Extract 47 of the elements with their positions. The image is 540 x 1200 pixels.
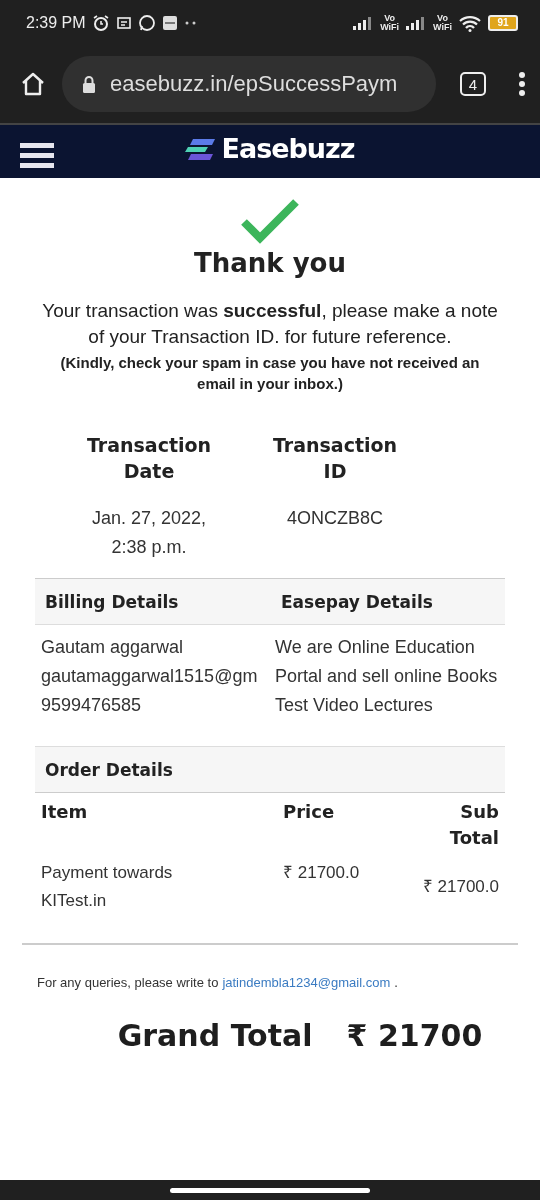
- home-button[interactable]: [20, 71, 46, 97]
- query-text: For any queries, please write to: [37, 975, 219, 990]
- section-header: Order Details: [44, 759, 173, 780]
- status-time: 2:39 PM: [26, 13, 86, 32]
- column-header: Price: [283, 800, 336, 824]
- battery-indicator: 91: [488, 14, 518, 31]
- logo-icon: [185, 136, 218, 161]
- period-text: .: [394, 975, 398, 990]
- more-options-icon: [518, 71, 526, 97]
- spam-note: (Kindly, check your spam in case you have not received an email in your inbox.): [60, 353, 480, 394]
- easepay-description: We are Online Education Portal and sell online Books Test Video Lectures: [274, 636, 499, 717]
- network-label: Vo WiFi: [380, 13, 400, 32]
- table-cell-text: ₹ 21700.0: [421, 876, 500, 898]
- table-cell-text: Payment towards KITest.in: [40, 862, 174, 912]
- table-header: Billing Details: [44, 591, 180, 612]
- menu-button[interactable]: [518, 71, 526, 97]
- transaction-value: 4ONCZB8C: [286, 507, 384, 530]
- grand-total-amount: ₹ 21700: [346, 1018, 483, 1053]
- chat-icon: [137, 13, 156, 32]
- wifi-icon: [458, 13, 482, 32]
- menu-icon: [20, 141, 54, 171]
- notification-icon: [115, 14, 132, 31]
- billing-line: gautamaggarwal1515@gm: [41, 665, 259, 688]
- transaction-value: Jan. 27, 2022, 2:38 p.m.: [90, 507, 208, 559]
- brand-name: Easebuzz: [221, 133, 355, 164]
- transaction-label: Transaction Date: [85, 433, 213, 484]
- transaction-label: Transaction ID: [271, 433, 399, 484]
- address-bar[interactable]: easebuzz.in/epSuccessPaym: [62, 56, 436, 112]
- app-icon: [161, 14, 178, 31]
- network-label: Vo WiFi: [433, 13, 452, 32]
- email-link[interactable]: jatindembla1234@gmail.com: [222, 975, 391, 990]
- alarm-icon: [91, 13, 110, 32]
- table-header: Easepay Details: [280, 591, 434, 612]
- success-message: Your transaction was successful, please make a note of your Transaction ID. for future reference.: [41, 299, 499, 349]
- grand-total-label: Grand Total: [117, 1018, 313, 1053]
- checkmark-icon: [240, 196, 300, 244]
- billing-line: 9599476585: [41, 694, 143, 717]
- thank-you-heading: Thank you: [194, 248, 346, 278]
- billing-line: Gautam aggarwal: [41, 636, 185, 659]
- tab-count-button[interactable]: 4: [460, 72, 486, 96]
- table-cell-text: ₹ 21700.0: [283, 862, 361, 884]
- url-text: easebuzz.in/epSuccessPaym: [110, 71, 398, 97]
- home-icon: [20, 71, 46, 97]
- column-header: Sub Total: [448, 800, 500, 850]
- column-header: Item: [40, 800, 89, 824]
- lock-icon: [82, 75, 96, 93]
- gesture-handle[interactable]: [170, 1187, 370, 1193]
